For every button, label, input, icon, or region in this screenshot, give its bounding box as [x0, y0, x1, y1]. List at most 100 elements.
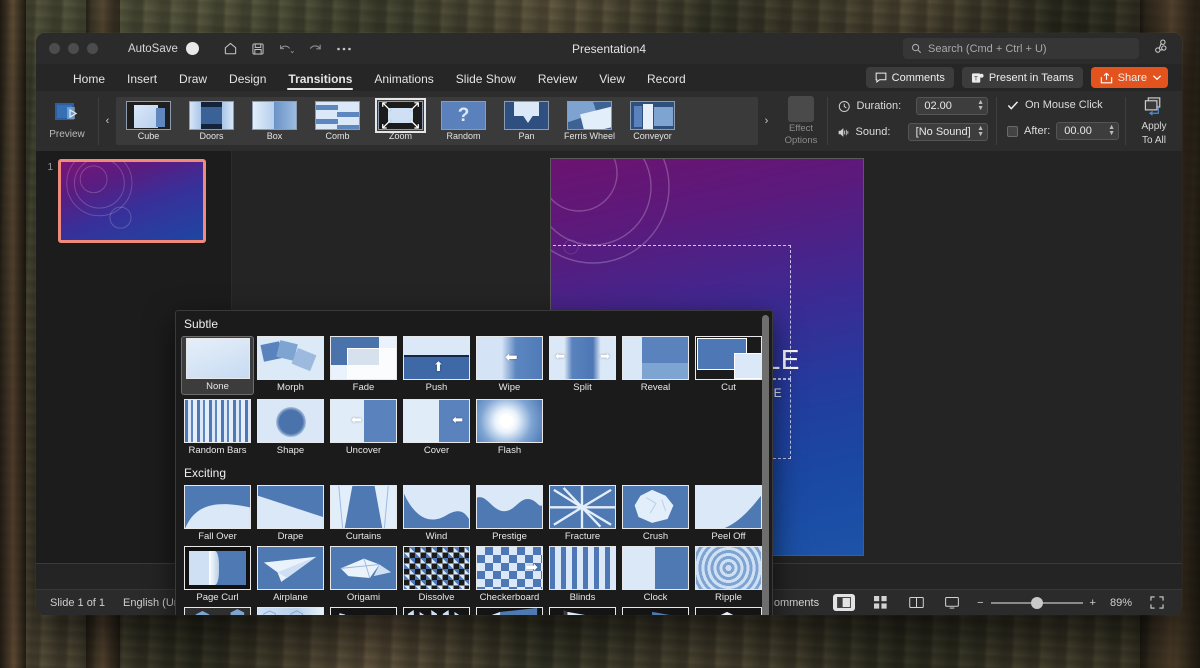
autosave-toggle[interactable]: AutoSave	[128, 42, 199, 55]
transition-crush[interactable]: Crush	[619, 485, 692, 542]
transition-switch[interactable]: Switch	[473, 607, 546, 615]
gallery-item-zoom[interactable]: ↖ ↗ ↙ ↘ Zoom	[374, 101, 427, 141]
comments-button[interactable]: Comments	[866, 67, 954, 88]
apply-to-all-button[interactable]: Apply To All	[1126, 91, 1182, 151]
zoom-in-button[interactable]: +	[1090, 597, 1096, 609]
reading-view-button[interactable]	[905, 594, 927, 611]
gallery-item-cube[interactable]: Cube	[122, 101, 175, 141]
tab-view[interactable]: View	[588, 72, 636, 91]
gallery-item-box[interactable]: Box	[248, 101, 301, 141]
transition-fall-over[interactable]: Fall Over	[181, 485, 254, 542]
search-input[interactable]: Search (Cmd + Ctrl + U)	[903, 38, 1139, 59]
zoom-slider[interactable]: − +	[977, 597, 1096, 609]
transition-flash[interactable]: Flash	[473, 399, 546, 456]
transition-cover[interactable]: ⬅ Cover	[400, 399, 473, 456]
transition-split[interactable]: ⬅ ➡ Split	[546, 336, 619, 395]
after-input[interactable]: 00.00 ▲▼	[1056, 122, 1119, 140]
transition-cut[interactable]: Cut	[692, 336, 765, 395]
zoom-level-label[interactable]: 89%	[1110, 597, 1132, 609]
transition-push[interactable]: ⬆ Push	[400, 336, 473, 395]
effect-options-button[interactable]: Effect Options	[775, 91, 827, 151]
gallery-scroll-right[interactable]: ›	[758, 115, 775, 127]
gallery-item-pan[interactable]: Pan	[500, 101, 553, 141]
redo-icon[interactable]	[308, 42, 323, 56]
on-mouse-click-checkbox[interactable]: On Mouse Click	[1007, 99, 1119, 111]
transition-gallery[interactable]: Gallery	[619, 607, 692, 615]
tab-record[interactable]: Record	[636, 72, 697, 91]
fit-to-window-button[interactable]	[1146, 594, 1168, 611]
duration-input[interactable]: 02.00 ▲▼	[916, 97, 988, 115]
transition-cube[interactable]: Cube	[692, 607, 765, 615]
tab-draw[interactable]: Draw	[168, 72, 218, 91]
more-icon[interactable]	[336, 46, 352, 52]
zoom-track[interactable]	[991, 602, 1083, 604]
gallery-item-doors[interactable]: Doors	[185, 101, 238, 141]
after-stepper[interactable]: ▲▼	[1104, 125, 1115, 137]
transition-blinds[interactable]: Blinds	[546, 546, 619, 603]
quick-access-toolbar[interactable]	[223, 41, 352, 56]
tab-animations[interactable]: Animations	[363, 72, 444, 91]
transition-random-bars[interactable]: Random Bars	[181, 399, 254, 456]
transition-shape[interactable]: Shape	[254, 399, 327, 456]
undo-icon[interactable]	[278, 42, 295, 56]
tab-transitions[interactable]: Transitions	[277, 72, 363, 91]
transition-origami[interactable]: Origami	[327, 546, 400, 603]
minimize-button[interactable]	[68, 43, 79, 54]
transition-morph[interactable]: Morph	[254, 336, 327, 395]
autosave-switch-icon[interactable]	[186, 42, 199, 55]
tab-insert[interactable]: Insert	[116, 72, 168, 91]
transition-honeycomb[interactable]: Honeycomb	[181, 607, 254, 615]
share-button[interactable]: Share	[1091, 67, 1168, 88]
tab-slide-show[interactable]: Slide Show	[445, 72, 527, 91]
transition-peel-off[interactable]: Peel Off	[692, 485, 765, 542]
transition-wipe[interactable]: ⬅ Wipe	[473, 336, 546, 395]
gallery-item-comb[interactable]: Comb	[311, 101, 364, 141]
slideshow-button[interactable]	[941, 594, 963, 611]
transition-fade[interactable]: Fade	[327, 336, 400, 395]
tab-design[interactable]: Design	[218, 72, 277, 91]
transition-vortex[interactable]: Vortex	[327, 607, 400, 615]
share-people-icon[interactable]	[1151, 39, 1168, 59]
transition-uncover[interactable]: ⬅ Uncover	[327, 399, 400, 456]
dropdown-scrollbar-thumb[interactable]	[762, 315, 769, 615]
transition-airplane[interactable]: Airplane	[254, 546, 327, 603]
normal-view-button[interactable]	[833, 594, 855, 611]
tab-review[interactable]: Review	[527, 72, 588, 91]
sound-select[interactable]: [No Sound] ▲▼	[908, 123, 988, 141]
transition-ripple[interactable]: Ripple	[692, 546, 765, 603]
transition-wind[interactable]: Wind	[400, 485, 473, 542]
chevron-down-icon[interactable]	[1152, 74, 1162, 81]
transition-drape[interactable]: Drape	[254, 485, 327, 542]
gallery-item-conveyor[interactable]: Conveyor	[626, 101, 679, 141]
transition-glitter[interactable]: Glitter	[254, 607, 327, 615]
sound-stepper[interactable]: ▲▼	[973, 126, 984, 138]
transition-prestige[interactable]: Prestige	[473, 485, 546, 542]
after-checkbox[interactable]	[1007, 126, 1018, 137]
save-icon[interactable]	[251, 42, 265, 56]
transition-checkerboard[interactable]: ➡ Checkerboard	[473, 546, 546, 603]
duration-stepper[interactable]: ▲▼	[973, 100, 984, 112]
gallery-item-ferris-wheel[interactable]: Ferris Wheel	[563, 101, 616, 141]
transition-gallery[interactable]: Cube Doors Box	[116, 97, 758, 145]
transition-dissolve[interactable]: Dissolve	[400, 546, 473, 603]
slide-thumbnail-1[interactable]	[58, 159, 206, 243]
close-button[interactable]	[49, 43, 60, 54]
transitions-dropdown-gallery[interactable]: Subtle None Morph	[175, 310, 773, 615]
gallery-item-random[interactable]: ? Random	[437, 101, 490, 141]
transition-curtains[interactable]: Curtains	[327, 485, 400, 542]
transition-reveal[interactable]: Reveal	[619, 336, 692, 395]
transition-flip[interactable]: Flip	[546, 607, 619, 615]
window-controls[interactable]	[49, 43, 98, 54]
present-in-teams-button[interactable]: T Present in Teams	[962, 67, 1083, 88]
transition-none[interactable]: None	[181, 336, 254, 395]
gallery-scroll-left[interactable]: ‹	[99, 115, 116, 127]
zoom-out-button[interactable]: −	[977, 597, 983, 609]
dropdown-scroll-area[interactable]: Subtle None Morph	[176, 311, 772, 615]
transition-page-curl[interactable]: Page Curl	[181, 546, 254, 603]
slide-sorter-button[interactable]	[869, 594, 891, 611]
transition-shred[interactable]: Shred	[400, 607, 473, 615]
maximize-button[interactable]	[87, 43, 98, 54]
transition-fracture[interactable]: Fracture	[546, 485, 619, 542]
preview-button[interactable]: Preview	[36, 91, 98, 151]
home-icon[interactable]	[223, 41, 238, 56]
